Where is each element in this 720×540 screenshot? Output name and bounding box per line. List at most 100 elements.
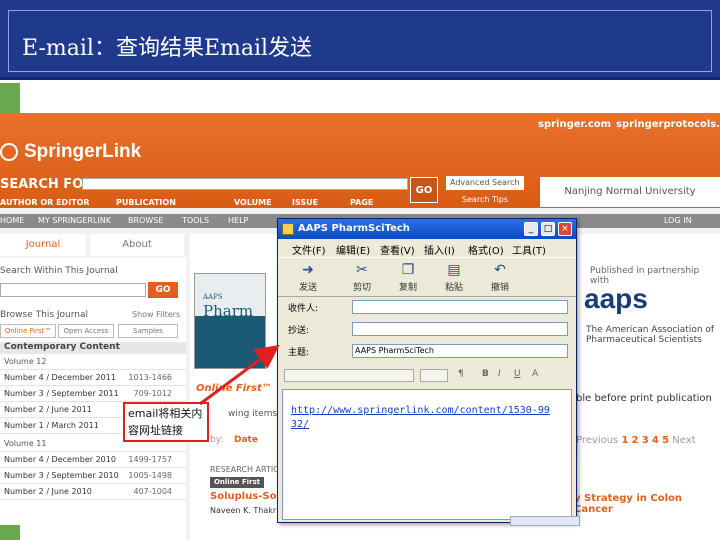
copy-button[interactable]: ❐ 复制	[390, 262, 426, 293]
format-toolbar: ¶ B I U A	[282, 367, 576, 385]
compose-email-window: AAPS PharmSciTech _ □ × 文件(F) 编辑(E) 查看(V…	[277, 218, 577, 523]
journal-sidebar: Search Within This Journal GO Browse Thi…	[0, 258, 186, 540]
search-within-label: Search Within This Journal	[0, 266, 118, 276]
springerlink-logo[interactable]: SpringerLink	[24, 141, 141, 163]
font-size-select[interactable]	[420, 369, 448, 382]
accent-bar	[0, 83, 20, 115]
issue-label: Number 2 / June 2010	[4, 487, 92, 496]
cc-field[interactable]	[352, 322, 568, 336]
search-go-button[interactable]: GO	[410, 177, 438, 203]
advanced-search-dropdown[interactable]: Advanced Search	[446, 176, 524, 190]
nav-tools[interactable]: TOOLS	[182, 216, 209, 225]
volume-12-row[interactable]: Volume 12	[0, 354, 186, 370]
pager-page-4[interactable]: 4	[652, 435, 659, 446]
send-button[interactable]: ➜ 发送	[290, 262, 326, 293]
email-body[interactable]: http://www.springerlink.com/content/1530…	[282, 389, 572, 520]
copy-label: 复制	[398, 283, 417, 293]
journal-tabs: Journal About	[0, 234, 186, 256]
tab-about[interactable]: About	[90, 234, 184, 256]
list-item[interactable]: Number 3 / September 2011 709-1012	[0, 386, 186, 402]
nav-help[interactable]: HELP	[228, 216, 248, 225]
issue-label: Number 3 / September 2010	[4, 471, 119, 480]
journal-go-button[interactable]: GO	[148, 282, 178, 298]
article-title-right[interactable]: y Strategy in Colon Cancer	[574, 493, 720, 515]
aaps-logo[interactable]: aaps	[584, 283, 648, 315]
menu-format[interactable]: 格式(O)	[468, 242, 504, 257]
menu-file[interactable]: 文件(F)	[292, 242, 326, 257]
pager-next[interactable]: Next	[672, 435, 695, 446]
font-color-icon[interactable]: A	[532, 369, 538, 379]
issue-pages: 407-1004	[133, 487, 172, 496]
paragraph-style-icon[interactable]: ¶	[458, 369, 464, 379]
show-filters-link[interactable]: Show Filters	[132, 310, 180, 319]
pager-page-1[interactable]: 1	[621, 435, 628, 446]
pager-page-3[interactable]: 3	[642, 435, 649, 446]
journal-search-input[interactable]	[0, 283, 146, 297]
before-print-text: ble before print publication	[576, 393, 712, 404]
font-select[interactable]	[284, 369, 414, 382]
search-input[interactable]	[82, 178, 408, 190]
nav-home[interactable]: HOME	[0, 216, 24, 225]
journal-url-link[interactable]: http://www.springerlink.com/content/1530…	[291, 404, 555, 432]
menu-edit[interactable]: 编辑(E)	[336, 242, 370, 257]
mail-envelope-icon	[282, 223, 294, 235]
list-item[interactable]: Number 4 / December 2011 1013-1466	[0, 370, 186, 386]
minimize-icon[interactable]: _	[524, 222, 538, 236]
pager-page-5[interactable]: 5	[662, 435, 669, 446]
contemporary-content-header[interactable]: Contemporary Content	[0, 342, 186, 354]
springer-logo-icon	[0, 143, 18, 161]
slide-title: E-mail：查询结果Email发送	[22, 36, 313, 61]
filter-online-first[interactable]: Online First™	[0, 324, 56, 338]
subject-field-label: 主题:	[288, 348, 310, 358]
menu-view[interactable]: 查看(V)	[380, 242, 415, 257]
search-field-row: AUTHOR OR EDITOR PUBLICATION VOLUME ISSU…	[0, 198, 410, 208]
send-label: 发送	[298, 283, 317, 293]
subject-field[interactable]: AAPS PharmSciTech	[352, 344, 568, 358]
maximize-icon[interactable]: □	[541, 222, 555, 236]
online-first-label: Online First™	[196, 383, 272, 394]
cut-button[interactable]: ✂ 剪切	[344, 262, 380, 293]
journal-cover-image[interactable]: AAPS Pharm SciTech	[194, 273, 266, 369]
pager-previous[interactable]: Previous	[576, 435, 618, 446]
to-field[interactable]	[352, 300, 568, 314]
annotation-callout: email将相关内容网址链接	[123, 402, 209, 442]
list-item[interactable]: Number 2 / June 2010 407-1004	[0, 484, 186, 500]
nav-log-in[interactable]: LOG IN	[664, 216, 692, 225]
article-title-link[interactable]: Soluplus-Solu	[210, 491, 287, 502]
springer-com-link[interactable]: springer.com	[538, 119, 611, 130]
undo-label: 撤销	[490, 283, 509, 293]
aaps-description: The American Association of Pharmaceutic…	[586, 325, 715, 345]
search-tips-link[interactable]: Search Tips	[446, 195, 524, 207]
paste-button[interactable]: ▤ 粘贴	[436, 262, 472, 293]
close-icon[interactable]: ×	[558, 222, 572, 236]
issue-label: Number 3 / September 2011	[4, 389, 119, 398]
paste-label: 粘贴	[444, 283, 463, 293]
issue-pages: 1499-1757	[128, 455, 172, 464]
volume-label: Volume 11	[4, 439, 47, 448]
list-item[interactable]: Number 3 / September 2010 1005-1498	[0, 468, 186, 484]
browse-journal-label: Browse This Journal	[0, 310, 89, 320]
bold-icon[interactable]: B	[482, 369, 489, 379]
italic-icon[interactable]: I	[498, 369, 501, 379]
sort-date-link[interactable]: Date	[234, 435, 258, 445]
underline-icon[interactable]: U	[514, 369, 521, 379]
tab-journal[interactable]: Journal	[0, 234, 86, 256]
nav-my-springerlink[interactable]: MY SPRINGERLINK	[38, 216, 111, 225]
menu-tools[interactable]: 工具(T)	[512, 242, 546, 257]
springerprotocols-link[interactable]: springerprotocols.com	[616, 119, 720, 130]
issue-label: Number 4 / December 2010	[4, 455, 116, 464]
copy-icon: ❐	[401, 262, 415, 278]
compose-toolbar: ➜ 发送 ✂ 剪切 ❐ 复制 ▤ 粘贴 ↶ 撤销	[278, 257, 576, 297]
filter-samples[interactable]: Samples	[118, 324, 178, 338]
nav-browse[interactable]: BROWSE	[128, 216, 163, 225]
list-item[interactable]: Number 4 / December 2010 1499-1757	[0, 452, 186, 468]
filter-open-access[interactable]: Open Access	[58, 324, 114, 338]
menu-insert[interactable]: 插入(I)	[424, 242, 455, 257]
pager-page-2[interactable]: 2	[632, 435, 639, 446]
undo-button[interactable]: ↶ 撤销	[482, 262, 518, 293]
issue-pages: 1013-1466	[128, 373, 172, 382]
to-field-label: 收件人:	[288, 304, 319, 314]
cover-line3: SciTech	[203, 316, 263, 334]
volume-field-label: VOLUME	[234, 198, 272, 207]
institution-name: Nanjing Normal University	[540, 177, 720, 207]
